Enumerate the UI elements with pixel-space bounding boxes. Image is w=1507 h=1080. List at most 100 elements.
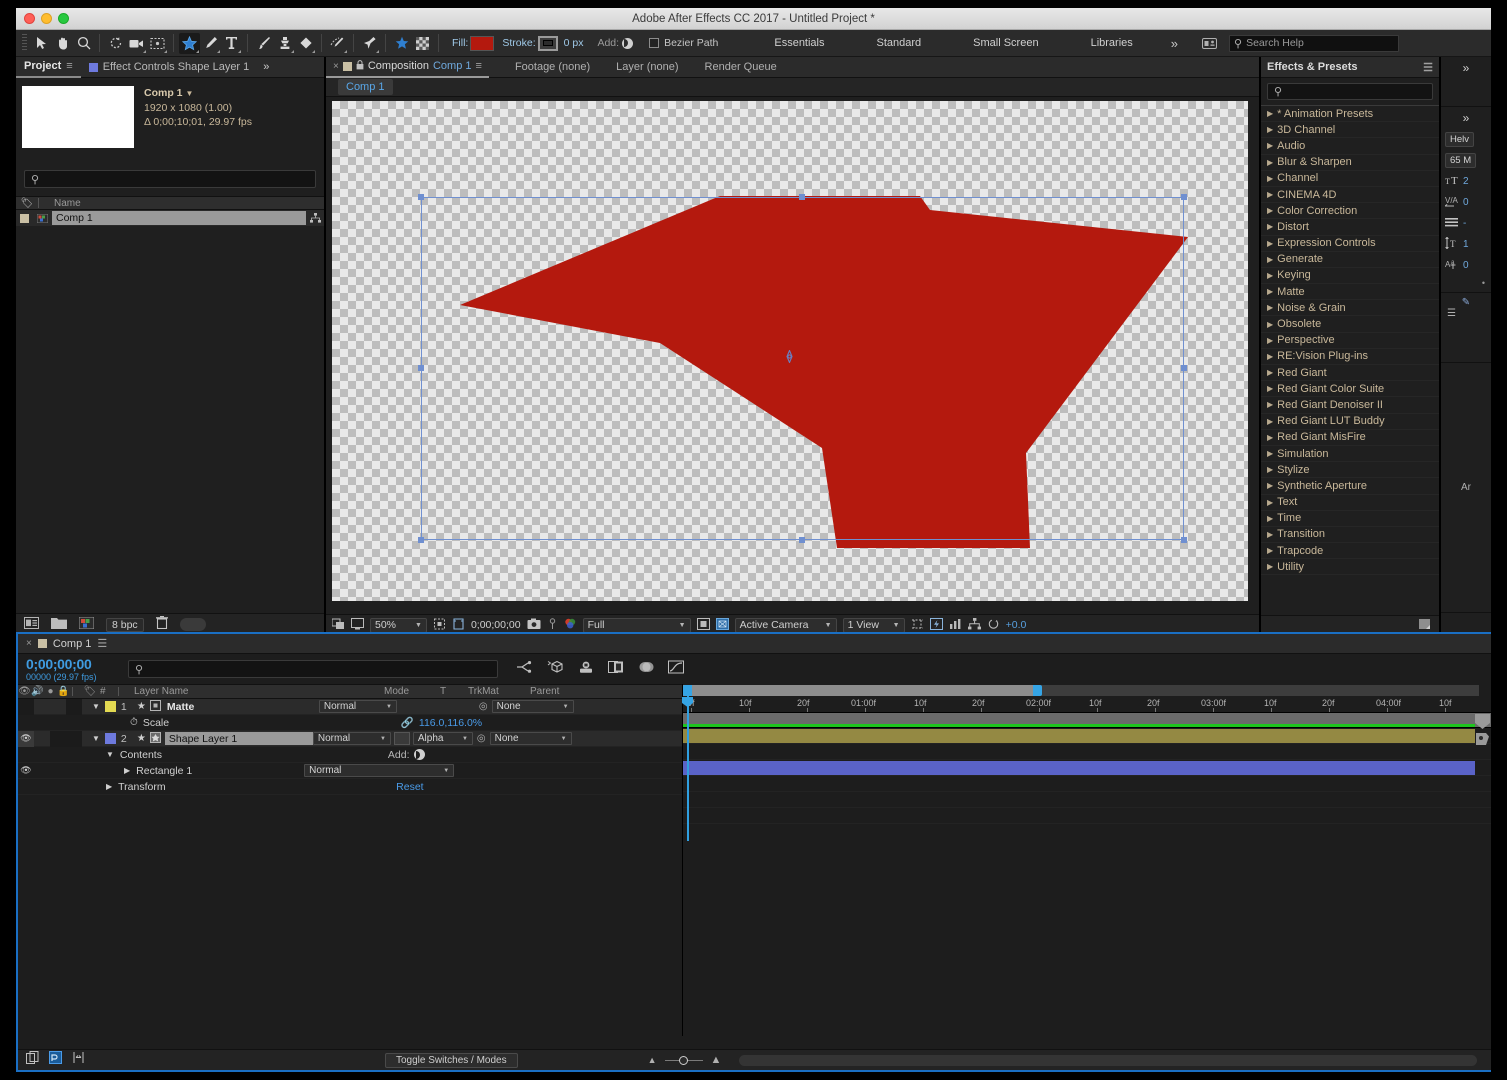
brush-tool-icon[interactable] [253,33,274,54]
selection-handle-tl[interactable] [418,194,424,200]
region-of-interest-tool-icon[interactable] [147,33,168,54]
selection-tool-icon[interactable] [31,33,52,54]
effects-category-item[interactable]: ▶ Stylize [1261,462,1439,479]
tab-project[interactable]: Project ≡ [16,57,81,78]
viewer-timecode[interactable]: 0;00;00;00 [471,619,521,631]
timeline-row-rectangle-1[interactable] [683,792,1491,808]
panel-menu-icon[interactable]: ☰ [1423,61,1433,74]
tab-effect-controls[interactable]: Effect Controls Shape Layer 1 [81,57,258,78]
font-size-field[interactable]: TT 2 [1441,171,1491,192]
layer-row-shape-layer-1[interactable]: 👁 ▼ 2 ★ Shape Layer 1 Normal ▼ Alpha ▼ ◎… [18,730,682,747]
property-row-scale[interactable]: ⏱ Scale 🔗 116.0,116.0% [18,715,682,731]
effects-category-list[interactable]: ▶ * Animation Presets ▶ 3D Channel ▶ Audio … [1261,105,1439,615]
new-composition-icon[interactable] [78,616,95,634]
workspace-overflow-chevron[interactable]: » [1171,36,1178,51]
expand-arrow-icon[interactable]: ▼ [92,702,100,711]
hand-tool-icon[interactable] [52,33,73,54]
effects-category-item[interactable]: ▶ Red Giant MisFire [1261,430,1439,446]
layer-label-color[interactable] [104,701,116,712]
effects-category-item[interactable]: ▶ Red Giant Denoiser II [1261,397,1439,414]
effects-category-item[interactable]: ▶ Obsolete [1261,316,1439,333]
solo-switch[interactable] [50,699,66,715]
reset-exposure-icon[interactable] [987,618,1000,633]
effects-category-item[interactable]: ▶ Expression Controls [1261,236,1439,252]
add-menu-icon[interactable] [413,749,425,760]
effects-category-item[interactable]: ▶ Simulation [1261,446,1439,463]
layer-star-icon[interactable]: ★ [137,733,146,744]
zoom-level-select[interactable]: 50% ▼ [370,617,427,633]
draft-3d-icon[interactable] [547,660,564,679]
timeline-graph-icon[interactable] [949,618,962,633]
layer-switches-icon[interactable] [26,1051,39,1069]
panel-menu-icon[interactable]: ≡ [476,60,482,72]
effects-category-item[interactable]: ▶ Blur & Sharpen [1261,155,1439,171]
preserve-transparency-switch[interactable] [393,732,410,745]
timeline-tab-label[interactable]: Comp 1 [53,638,92,650]
layer-label-color[interactable] [104,733,116,744]
current-time-indicator[interactable] [687,696,689,841]
shape-tool-icon[interactable] [179,32,200,54]
puppet-pin-tool-icon[interactable] [359,33,380,54]
current-time-display[interactable]: 0;00;00;00 00000 (29.97 fps) [18,656,128,682]
effects-category-item[interactable]: ▶ Text [1261,495,1439,511]
toolbar-grip[interactable] [22,34,27,52]
strip-top-overflow[interactable]: » [1441,57,1491,107]
overflow-chevron-icon[interactable]: » [1463,111,1470,125]
audio-switch[interactable] [34,731,50,747]
zoom-out-icon[interactable]: ▲ [648,1055,657,1065]
layer-name[interactable]: Shape Layer 1 [164,732,313,745]
always-preview-icon[interactable] [331,618,345,633]
take-snapshot-icon[interactable] [527,618,541,633]
panel-menu-icon[interactable]: ☰ [1441,308,1491,319]
timeline-row-transform[interactable] [683,808,1491,824]
enable-motion-blur-icon[interactable] [638,660,654,679]
workspace-libraries[interactable]: Libraries [1065,37,1159,49]
motion-blur-marker-icon[interactable] [1475,732,1490,746]
paragraph-tab-icon[interactable]: ✎ [1441,297,1491,308]
adobe-stock-icon[interactable] [1202,37,1217,49]
layer-row-matte[interactable]: ▼ 1 ★ Matte Normal ▼ ◎ None ▼ [18,698,682,715]
rotation-tool-icon[interactable] [105,33,126,54]
layer-parent-select[interactable]: None ▼ [491,700,574,713]
effects-category-item[interactable]: ▶ 3D Channel [1261,122,1439,139]
layer-name[interactable]: Matte [167,701,319,713]
shape-blend-mode-select[interactable]: Normal ▼ [304,764,455,777]
new-folder-icon[interactable] [51,616,67,634]
effects-category-item[interactable]: ▶ Keying [1261,268,1439,285]
delete-icon[interactable] [155,615,168,634]
effects-category-item[interactable]: ▶ RE:Vision Plug-ins [1261,349,1439,365]
show-snapshot-icon[interactable] [547,617,558,633]
comp-dropdown-icon[interactable]: ▼ [185,89,193,98]
expand-arrow-icon[interactable]: ▼ [92,734,100,743]
baseline-shift-field[interactable]: Aa 0 [1441,255,1491,276]
enable-frame-blending-icon[interactable] [608,660,624,679]
zoom-tool-icon[interactable] [73,33,94,54]
zoom-in-icon[interactable]: ▲ [711,1054,722,1066]
effects-category-item[interactable]: ▶ Red Giant [1261,365,1439,382]
selection-handle-tr[interactable] [1181,194,1187,200]
transfer-controls-icon[interactable] [49,1051,62,1069]
tracking-field[interactable]: V/A 0 [1441,192,1491,213]
layer-duration-bar[interactable] [683,761,1475,775]
effects-category-item[interactable]: ▶ Red Giant Color Suite [1261,381,1439,398]
layer-mode-select[interactable]: Normal ▼ [318,700,397,713]
eraser-tool-icon[interactable] [295,33,316,54]
fast-previews-icon[interactable] [929,617,943,633]
comp-flowchart-icon[interactable] [306,213,324,223]
grid-guides-icon[interactable] [433,618,446,633]
graph-editor-icon[interactable] [668,660,684,679]
transparency-grid-icon[interactable] [696,617,710,633]
selection-handle-mr[interactable] [1181,365,1187,371]
anchor-point-icon[interactable] [783,350,796,363]
effects-category-item[interactable]: ▶ CINEMA 4D [1261,187,1439,204]
transform-reset-link[interactable]: Reset [396,781,423,793]
pixel-aspect-correction-icon[interactable] [911,618,924,633]
panel-menu-icon[interactable]: ≡ [66,60,72,72]
toggle-switches-modes-button[interactable]: Toggle Switches / Modes [385,1052,518,1068]
bezier-path-checkbox[interactable]: Bezier Path [649,37,718,49]
effects-category-item[interactable]: ▶ Generate [1261,252,1439,268]
effects-category-item[interactable]: ▶ Matte [1261,284,1439,301]
stroke-width-value[interactable]: 0 px [564,37,584,49]
search-help-input[interactable]: ⚲ Search Help [1229,34,1399,52]
tab-layer[interactable]: Layer (none) [616,61,678,73]
